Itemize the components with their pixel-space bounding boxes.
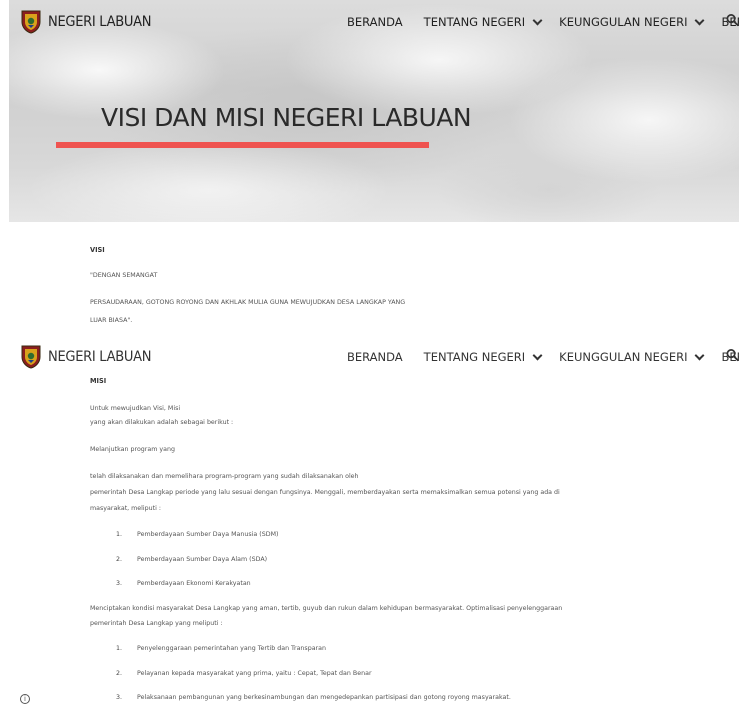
- misi-intro-1: Untuk mewujudkan Visi, Misi: [90, 405, 181, 412]
- list-item: Pemberdayaan Ekonomi Kerakyatan: [137, 580, 251, 587]
- nav-item-keunggulan-negeri[interactable]: KEUNGGULAN NEGERI: [559, 350, 687, 364]
- misi-para-1: Melanjutkan program yang: [90, 446, 175, 453]
- top-navbar: NEGERI LABUAN BERANDA TENTANG NEGERI KEU…: [0, 5, 739, 39]
- list-item-number: 3.: [116, 580, 123, 587]
- list-item: Penyelenggaraan pemerintahan yang Tertib…: [137, 645, 326, 652]
- chevron-down-icon[interactable]: [532, 15, 543, 26]
- list-item: Pemberdayaan Sumber Daya Alam (SDA): [137, 556, 268, 563]
- list-item-number: 3.: [116, 694, 123, 701]
- list-item-number: 2.: [116, 556, 123, 563]
- visi-line-1: "DENGAN SEMANGAT: [90, 272, 158, 279]
- list-item: Pelayanan kepada masyarakat yang prima, …: [137, 670, 372, 677]
- misi-para-3a: Menciptakan kondisi masyarakat Desa Lang…: [90, 605, 563, 612]
- visi-heading: VISI: [90, 246, 105, 254]
- visi-line-2: PERSAUDARAAN, GOTONG ROYONG DAN AKHLAK M…: [90, 299, 406, 306]
- nav-item-keunggulan-negeri[interactable]: KEUNGGULAN NEGERI: [559, 15, 687, 29]
- info-icon[interactable]: i: [20, 694, 30, 704]
- visi-line-3: LUAR BIASA".: [90, 317, 133, 324]
- site-title[interactable]: NEGERI LABUAN: [48, 349, 152, 365]
- title-accent-bar: [56, 142, 429, 148]
- misi-para-2a: telah dilaksanakan dan memelihara progra…: [90, 473, 359, 480]
- search-icon[interactable]: [726, 348, 739, 362]
- misi-para-2c: masyarakat, meliputi :: [90, 505, 162, 512]
- search-icon[interactable]: [726, 13, 739, 27]
- site-logo-icon[interactable]: [21, 345, 41, 369]
- nav-item-tentang-negeri[interactable]: TENTANG NEGERI: [424, 350, 526, 364]
- main-menu: BERANDA TENTANG NEGERI KEUNGGULAN NEGERI…: [347, 15, 739, 29]
- misi-heading: MISI: [90, 377, 107, 385]
- chevron-down-icon[interactable]: [695, 15, 705, 26]
- nav-item-beranda[interactable]: BERANDA: [347, 15, 403, 29]
- nav-item-tentang-negeri[interactable]: TENTANG NEGERI: [424, 15, 526, 29]
- misi-para-3b: pemerintah Desa Langkap yang meliputi :: [90, 620, 223, 627]
- sticky-navbar: NEGERI LABUAN BERANDA TENTANG NEGERI KEU…: [0, 340, 739, 374]
- misi-para-2b: pemerintah Desa Langkap periode yang lal…: [90, 489, 560, 496]
- list-item-number: 1.: [116, 531, 123, 538]
- chevron-down-icon[interactable]: [695, 350, 705, 361]
- main-menu: BERANDA TENTANG NEGERI KEUNGGULAN NEGERI…: [347, 350, 739, 364]
- site-title[interactable]: NEGERI LABUAN: [48, 14, 152, 30]
- list-item-number: 2.: [116, 670, 123, 677]
- list-item: Pelaksanaan pembangunan yang berkesinamb…: [137, 694, 511, 701]
- list-item: Pemberdayaan Sumber Daya Manusia (SDM): [137, 531, 279, 538]
- misi-intro-2: yang akan dilakukan adalah sebagai berik…: [90, 419, 234, 426]
- nav-item-beranda[interactable]: BERANDA: [347, 350, 403, 364]
- chevron-down-icon[interactable]: [532, 350, 543, 361]
- site-logo-icon[interactable]: [21, 10, 41, 34]
- page-title: VISI DAN MISI NEGERI LABUAN: [101, 103, 472, 132]
- list-item-number: 1.: [116, 645, 123, 652]
